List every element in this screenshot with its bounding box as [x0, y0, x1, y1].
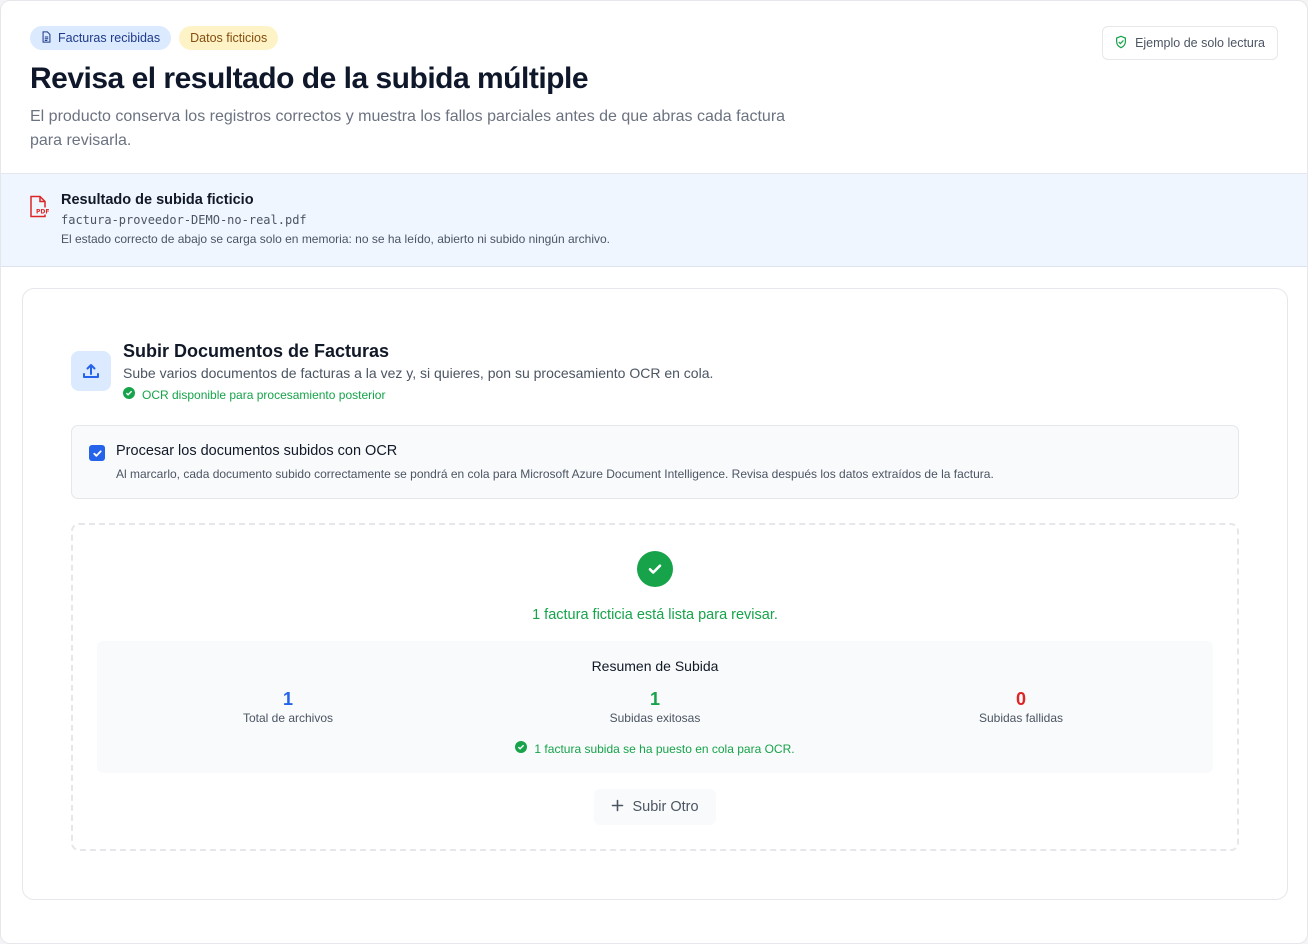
- pdf-file-icon: PDF: [28, 195, 49, 219]
- success-message: 1 factura ficticia está lista para revis…: [532, 607, 778, 623]
- upload-result-banner: PDF Resultado de subida ficticio factura…: [1, 174, 1307, 267]
- ocr-option-label[interactable]: Procesar los documentos subidos con OCR: [116, 443, 397, 459]
- failed-uploads-value: 0: [1015, 689, 1026, 709]
- upload-panel-description: Sube varios documentos de facturas a la …: [123, 365, 714, 381]
- upload-summary: Resumen de Subida 1 Total de archivos 1 …: [97, 641, 1213, 773]
- ocr-queued-status: 1 factura subida se ha puesto en cola pa…: [97, 741, 1213, 756]
- badge-row: Facturas recibidas Datos ficticios: [30, 26, 1279, 50]
- upload-result-note: El estado correcto de abajo se carga sol…: [61, 232, 610, 246]
- successful-uploads-value: 1: [649, 689, 660, 709]
- page-title: Revisa el resultado de la subida múltipl…: [30, 62, 589, 95]
- received-invoices-badge: Facturas recibidas: [30, 26, 172, 50]
- upload-result-filename: factura-proveedor-DEMO-no-real.pdf: [61, 213, 307, 227]
- check-circle-icon: [123, 387, 135, 402]
- read-only-example-label: Ejemplo de solo lectura: [1135, 36, 1265, 50]
- upload-another-button[interactable]: Subir Otro: [594, 789, 716, 825]
- check-circle-icon: [515, 741, 528, 756]
- upload-card: Subir Documentos de Facturas Sube varios…: [22, 288, 1288, 900]
- page-header: Facturas recibidas Datos ficticios Revis…: [1, 1, 1307, 174]
- upload-summary-title: Resumen de Subida: [591, 658, 719, 674]
- page-subtitle: El producto conserva los registros corre…: [30, 108, 786, 149]
- ocr-checkbox[interactable]: [89, 445, 105, 461]
- received-invoices-badge-label: Facturas recibidas: [58, 31, 161, 45]
- shield-check-icon: [1114, 35, 1128, 52]
- total-files-value: 1: [282, 689, 293, 709]
- successful-uploads-label: Subidas exitosas: [609, 711, 701, 725]
- ocr-option-box: Procesar los documentos subidos con OCR …: [71, 425, 1239, 499]
- total-files-label: Total de archivos: [242, 711, 334, 725]
- read-only-example-badge: Ejemplo de solo lectura: [1102, 26, 1278, 60]
- successful-uploads-stat: 1 Subidas exitosas: [535, 687, 775, 725]
- ocr-option-help: Al marcarlo, cada documento subido corre…: [116, 467, 994, 481]
- failed-uploads-label: Subidas fallidas: [978, 711, 1064, 725]
- ocr-queued-label: 1 factura subida se ha puesto en cola pa…: [534, 741, 795, 756]
- upload-dropzone[interactable]: 1 factura ficticia está lista para revis…: [71, 523, 1239, 851]
- page: Facturas recibidas Datos ficticios Revis…: [0, 0, 1308, 944]
- upload-result-title: Resultado de subida ficticio: [61, 192, 254, 208]
- ocr-available-status: OCR disponible para procesamiento poster…: [123, 387, 713, 402]
- failed-uploads-stat: 0 Subidas fallidas: [901, 687, 1141, 725]
- document-icon: [41, 30, 52, 46]
- success-check-icon: [637, 551, 673, 587]
- upload-another-label: Subir Otro: [632, 799, 699, 815]
- ocr-available-label: OCR disponible para procesamiento poster…: [142, 387, 386, 402]
- fictitious-data-badge-label: Datos ficticios: [190, 31, 268, 45]
- total-files-stat: 1 Total de archivos: [168, 687, 408, 725]
- upload-panel-title: Subir Documentos de Facturas: [123, 341, 390, 361]
- upload-icon: [71, 351, 111, 391]
- fictitious-data-badge: Datos ficticios: [179, 26, 279, 50]
- plus-icon: [611, 799, 624, 816]
- svg-text:PDF: PDF: [36, 209, 49, 216]
